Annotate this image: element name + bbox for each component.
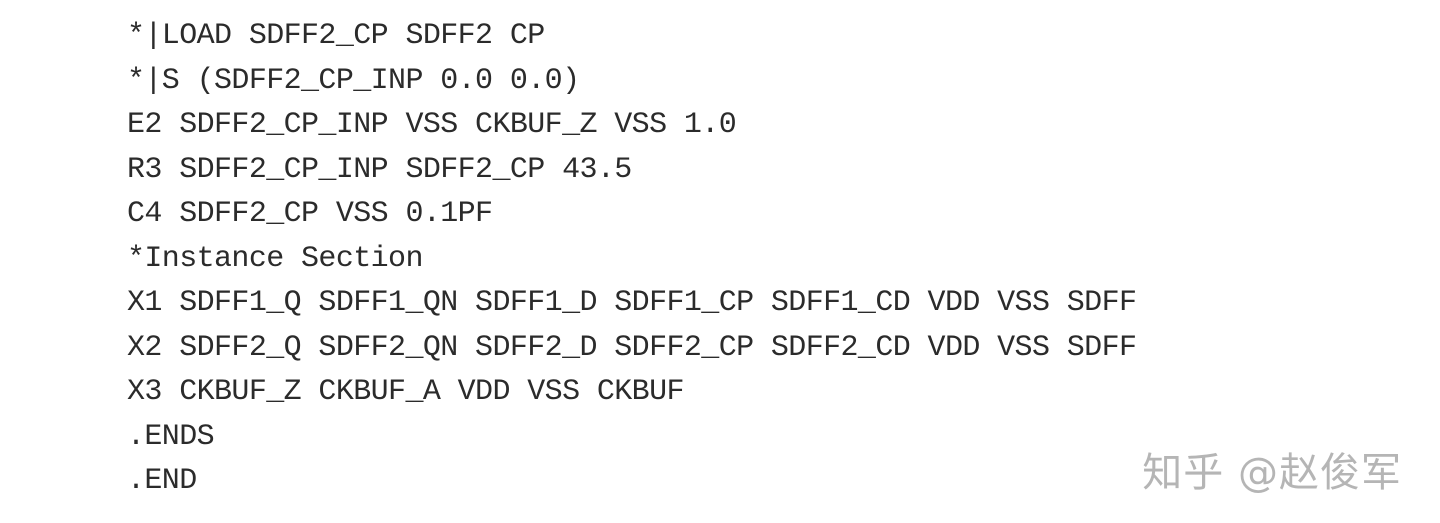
code-line-x1: X1 SDFF1_Q SDFF1_QN SDFF1_D SDFF1_CP SDF… (127, 286, 1137, 320)
code-line-c4: C4 SDFF2_CP VSS 0.1PF (127, 197, 493, 231)
code-line-e2: E2 SDFF2_CP_INP VSS CKBUF_Z VSS 1.0 (127, 108, 737, 142)
code-line-end: .END (127, 464, 197, 498)
zhihu-watermark: 知乎 @赵俊军 (1142, 450, 1402, 496)
code-line-r3: R3 SDFF2_CP_INP SDFF2_CP 43.5 (127, 152, 632, 187)
code-line-load-comment: *|LOAD SDFF2_CP SDFF2 CP (127, 19, 545, 53)
code-line-s-comment: *|S (SDFF2_CP_INP 0.0 0.0) (127, 63, 580, 98)
spice-netlist-code: *|LOAD SDFF2_CP SDFF2 CP *|S (SDFF2_CP_I… (127, 14, 1137, 504)
code-line-x3: X3 CKBUF_Z CKBUF_A VDD VSS CKBUF (127, 375, 685, 409)
code-line-instance-section: *Instance Section (127, 241, 423, 276)
code-line-ends: .ENDS (127, 419, 215, 454)
code-line-x2: X2 SDFF2_Q SDFF2_QN SDFF2_D SDFF2_CP SDF… (127, 330, 1137, 365)
